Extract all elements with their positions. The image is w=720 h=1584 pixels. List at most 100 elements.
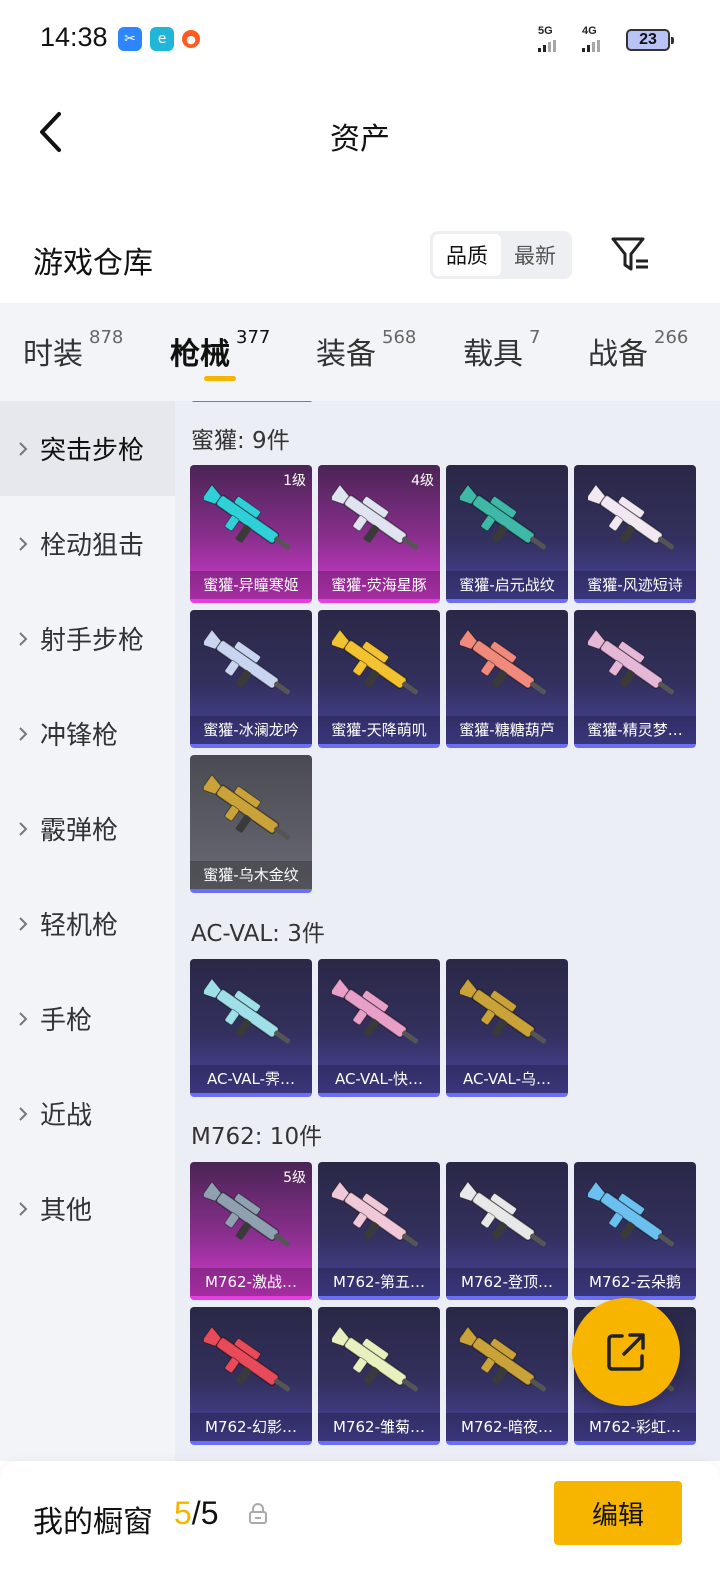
weapon-skin-image	[460, 1325, 547, 1392]
warehouse-title: 游戏仓库	[33, 246, 153, 281]
sidebar-item-lmg[interactable]: 轻机枪	[0, 876, 175, 971]
sidebar-item-other[interactable]: 其他	[0, 1161, 175, 1256]
group-title: AC-VAL: 3件	[191, 921, 325, 947]
chevron-right-icon	[18, 1011, 34, 1027]
category-tabs: 时装 878 枪械 377 装备 568 载具 7 战备 266	[0, 303, 720, 401]
skin-name: 蜜獾-乌木金纹	[190, 861, 312, 889]
skin-card[interactable]: M762-暗夜…	[446, 1307, 568, 1445]
tab-count: 377	[236, 327, 271, 348]
skin-name: AC-VAL-霁…	[190, 1065, 312, 1093]
skin-card[interactable]: AC-VAL-乌…	[446, 959, 568, 1097]
chevron-right-icon	[18, 726, 34, 742]
skin-card[interactable]: AC-VAL-快…	[318, 959, 440, 1097]
skin-card[interactable]: 蜜獾-冰澜龙吟	[190, 610, 312, 748]
skin-name: AC-VAL-乌…	[446, 1065, 568, 1093]
tab-vehicles[interactable]: 载具 7	[463, 327, 541, 373]
skin-card[interactable]: M762-登顶…	[446, 1162, 568, 1300]
sidebar-item-pistol[interactable]: 手枪	[0, 971, 175, 1066]
signal-4g: 4G	[582, 25, 600, 52]
chevron-right-icon	[18, 1106, 34, 1122]
skin-name: M762-彩虹…	[574, 1413, 696, 1441]
weapon-skin-image	[332, 1180, 419, 1247]
weapon-skin-image	[588, 483, 675, 550]
sidebar-item-label: 轻机枪	[40, 911, 119, 941]
weapon-type-sidebar: 突击步枪 栓动狙击 射手步枪 冲锋枪 霰弹枪 轻机枪 手枪 近战 其他	[0, 401, 175, 1461]
skin-card[interactable]: M762-第五…	[318, 1162, 440, 1300]
tab-count: 266	[654, 327, 689, 348]
skin-card[interactable]: 蜜獾-启元战纹	[446, 465, 568, 603]
skin-card[interactable]: 蜜獾-天降萌叽	[318, 610, 440, 748]
skin-name: 蜜獾-糖糖葫芦	[446, 716, 568, 744]
tab-count: 7	[529, 327, 541, 348]
skin-name: 蜜獾-异瞳寒姬	[190, 571, 312, 599]
share-button[interactable]	[572, 1298, 680, 1406]
skin-card[interactable]: M762-云朵鹅	[574, 1162, 696, 1300]
group-title: 蜜獾: 9件	[191, 428, 290, 454]
tab-combat-gear[interactable]: 战备 266	[588, 327, 689, 373]
skin-name: 蜜獾-冰澜龙吟	[190, 716, 312, 744]
game-app-icon: ●	[182, 30, 200, 48]
sidebar-item-assault-rifle[interactable]: 突击步枪	[0, 401, 175, 496]
sidebar-item-smg[interactable]: 冲锋枪	[0, 686, 175, 781]
chevron-right-icon	[18, 1201, 34, 1217]
skin-name: 蜜獾-启元战纹	[446, 571, 568, 599]
tab-label: 枪械	[170, 337, 230, 372]
skin-card[interactable]: 蜜獾-精灵梦…	[574, 610, 696, 748]
skin-level-badge: 5级	[283, 1170, 306, 1186]
tab-count: 878	[89, 327, 124, 348]
tab-label: 载具	[463, 337, 523, 372]
showcase-bar: 我的橱窗 5/5 编辑	[0, 1461, 720, 1584]
skin-card[interactable]: 4级 蜜獾-荧海星豚	[318, 465, 440, 603]
skin-name: M762-雏菊…	[318, 1413, 440, 1441]
tab-equipment[interactable]: 装备 568	[316, 327, 417, 373]
signal-5g-label: 5G	[538, 25, 553, 37]
tab-label: 战备	[588, 337, 648, 372]
skin-level-badge: 1级	[283, 473, 306, 489]
skin-card[interactable]: M762-幻影…	[190, 1307, 312, 1445]
sidebar-item-melee[interactable]: 近战	[0, 1066, 175, 1161]
skin-card[interactable]: AC-VAL-霁…	[190, 959, 312, 1097]
page-title: 资产	[330, 122, 390, 157]
skin-name: 蜜獾-荧海星豚	[318, 571, 440, 599]
sidebar-item-label: 霰弹枪	[40, 816, 119, 846]
tab-outfits[interactable]: 时装 878	[23, 327, 124, 373]
weapon-skin-image	[204, 977, 291, 1044]
tab-count: 568	[382, 327, 417, 348]
sort-quality-option[interactable]: 品质	[433, 234, 501, 276]
skin-grid: 1级 蜜獾-异瞳寒姬 4级 蜜獾-荧海星豚 蜜獾-启元战纹 蜜獾-风迹短诗 蜜獾-冰澜龙吟蜜…	[190, 465, 696, 893]
weapon-skin-image	[204, 483, 291, 550]
sidebar-item-label: 射手步枪	[40, 626, 145, 656]
skin-name: 蜜獾-精灵梦…	[574, 716, 696, 744]
browser-app-icon: e	[150, 27, 174, 51]
edit-button[interactable]: 编辑	[554, 1481, 682, 1545]
signal-5g: 5G	[538, 25, 556, 52]
skin-card[interactable]: 蜜獾-乌木金纹	[190, 755, 312, 893]
sidebar-item-label: 突击步枪	[40, 436, 145, 466]
skin-name: M762-登顶…	[446, 1268, 568, 1296]
skin-card[interactable]: 1级蜜獾-异瞳寒姬	[190, 465, 312, 603]
sidebar-item-shotgun[interactable]: 霰弹枪	[0, 781, 175, 876]
chevron-right-icon	[18, 631, 34, 647]
weapon-skin-image	[332, 1325, 419, 1392]
skin-name: M762-第五…	[318, 1268, 440, 1296]
chevron-right-icon	[18, 536, 34, 552]
skin-card[interactable]: 5级 M762-激战…	[190, 1162, 312, 1300]
weapon-skin-image	[460, 628, 547, 695]
weapon-skin-image	[460, 977, 547, 1044]
skin-card[interactable]: 蜜獾-风迹短诗	[574, 465, 696, 603]
weapon-skin-image	[204, 1325, 291, 1392]
previous-card-edge	[191, 401, 313, 402]
filter-button[interactable]	[606, 231, 654, 279]
skin-name: M762-暗夜…	[446, 1413, 568, 1441]
skin-card[interactable]: 蜜獾-糖糖葫芦	[446, 610, 568, 748]
sort-newest-option[interactable]: 最新	[501, 234, 569, 276]
weapon-skin-image	[332, 483, 419, 550]
skin-card[interactable]: M762-雏菊…	[318, 1307, 440, 1445]
weapon-skin-image	[588, 1180, 675, 1247]
weapon-skin-image	[460, 1180, 547, 1247]
sidebar-item-bolt-sniper[interactable]: 栓动狙击	[0, 496, 175, 591]
notification-icons: ✂ e ●	[118, 27, 200, 51]
tab-firearms[interactable]: 枪械 377	[170, 327, 271, 373]
sidebar-item-label: 其他	[40, 1196, 93, 1226]
sidebar-item-marksman-rifle[interactable]: 射手步枪	[0, 591, 175, 686]
